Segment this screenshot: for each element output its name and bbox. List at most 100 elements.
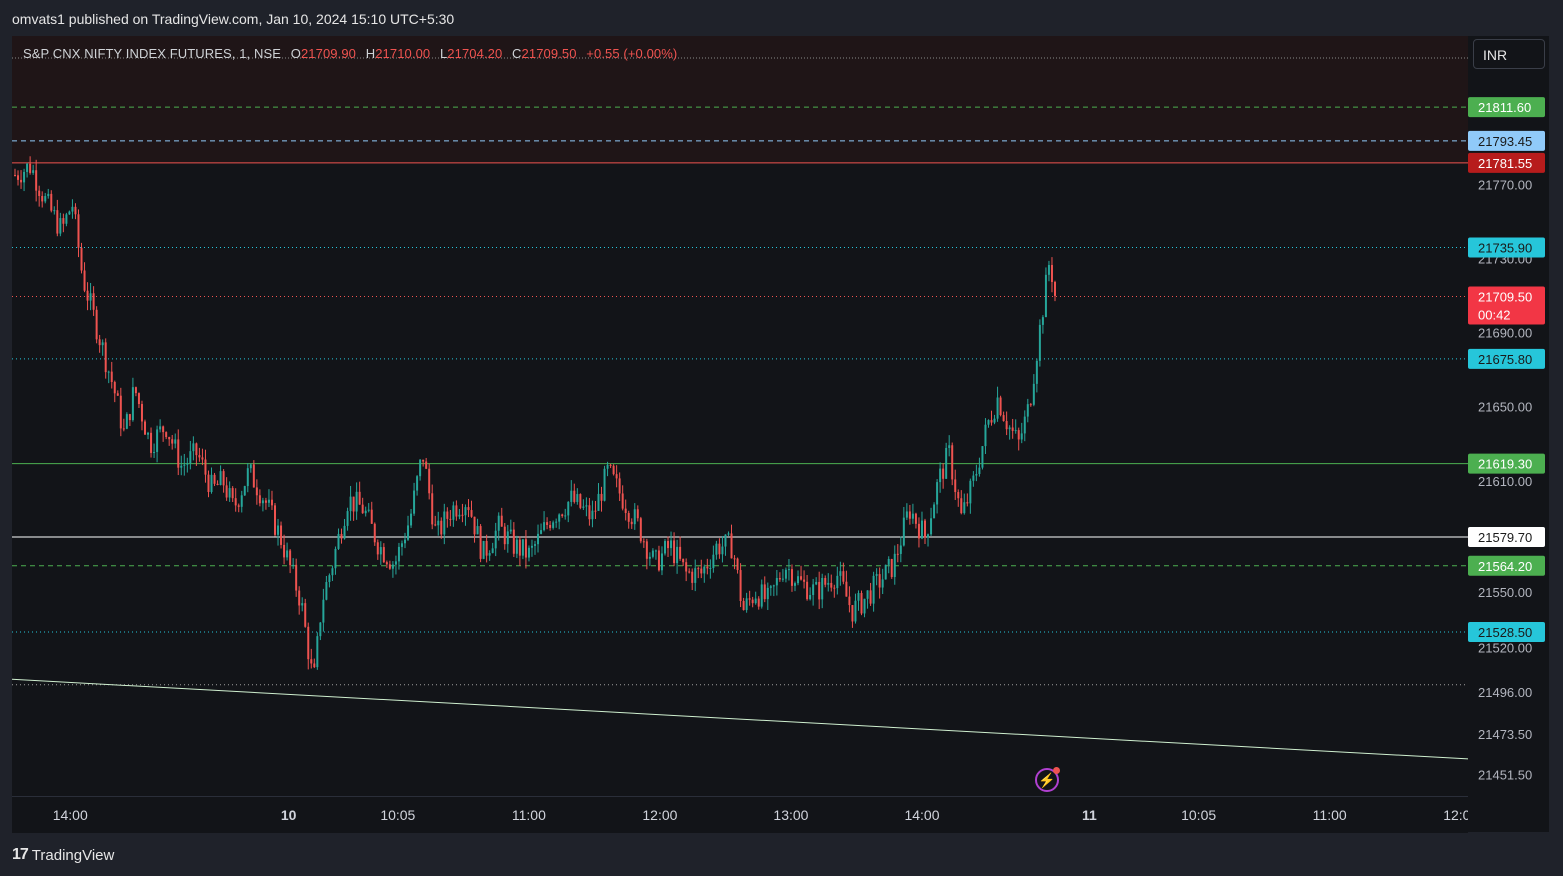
candle-body — [824, 577, 827, 585]
x-tick-label: 14:00 — [53, 807, 88, 823]
candle-body — [639, 518, 642, 542]
candle-body — [567, 501, 570, 516]
candle-body — [313, 663, 316, 668]
candle-body — [35, 170, 38, 191]
candle-body — [267, 499, 270, 503]
candle-body — [249, 464, 252, 469]
candle-body — [936, 482, 939, 505]
candle-body — [358, 491, 361, 505]
candle-body — [346, 511, 349, 526]
candle-body — [769, 586, 772, 588]
time-axis[interactable]: 14:00 10 10:05 11:00 12:00 13:00 14:00 11 10:05 1… — [12, 796, 1479, 833]
candle-body — [688, 571, 691, 573]
candle-body — [452, 505, 455, 520]
candle-body — [219, 471, 222, 486]
x-tick-label: 12:00 — [1443, 807, 1468, 823]
chart-pane[interactable] — [12, 36, 1468, 796]
price-axis[interactable]: 21770.00 21730.00 21690.00 21650.00 21610.00… — [1468, 36, 1549, 796]
candle-body — [137, 393, 140, 405]
y-tick-label: 21496.00 — [1478, 685, 1532, 700]
x-tick-label: 13:00 — [773, 807, 808, 823]
candle-body — [564, 515, 567, 517]
candle-body — [355, 491, 358, 512]
candle-body — [77, 214, 80, 248]
candle-body — [576, 494, 579, 502]
currency-button[interactable]: INR — [1473, 39, 1545, 69]
candle-body — [68, 211, 71, 215]
price-chart[interactable] — [12, 36, 1468, 796]
candle-body — [38, 190, 41, 197]
candle-body — [41, 196, 44, 202]
candle-body — [963, 502, 966, 514]
candle-body — [893, 553, 896, 577]
candle-body — [107, 371, 110, 373]
candle-body — [174, 439, 177, 444]
y-tick-label: 21550.00 — [1478, 585, 1532, 600]
candle-body — [416, 476, 419, 491]
candle-body — [712, 554, 715, 569]
candle-body — [385, 562, 388, 565]
candle-body — [388, 564, 391, 569]
candle-body — [636, 509, 639, 519]
candle-body — [252, 464, 255, 488]
candle-body — [727, 533, 730, 535]
time-axis-labels: 14:00 10 10:05 11:00 12:00 13:00 14:00 11 10:05 1… — [53, 807, 1479, 823]
candle-body — [827, 582, 830, 585]
candle-body — [582, 506, 585, 508]
candle-body — [367, 509, 370, 511]
candle-body — [869, 590, 872, 604]
candle-body — [766, 587, 769, 600]
chart-legend[interactable]: S&P CNX NIFTY INDEX FUTURES, 1, NSE O217… — [23, 46, 677, 61]
candle-body — [709, 568, 712, 570]
candle-body — [603, 468, 606, 501]
candle-body — [364, 510, 367, 514]
candle-body — [537, 533, 540, 545]
price-label: 21793.45 — [1478, 134, 1532, 149]
candle-body — [927, 534, 930, 538]
candle-body — [32, 170, 35, 173]
price-label: 21735.90 — [1478, 241, 1532, 256]
candle-body — [609, 464, 612, 466]
candle-body — [159, 426, 162, 430]
candle-body — [240, 495, 243, 507]
candle-body — [543, 522, 546, 531]
tradingview-brand[interactable]: 17 TradingView — [12, 846, 114, 864]
candle-body — [59, 218, 62, 234]
x-tick-label: 10 — [281, 807, 297, 823]
candle-body — [863, 598, 866, 614]
candle-body — [800, 576, 803, 580]
candle-body — [473, 516, 476, 535]
candle-body — [706, 566, 709, 569]
candle-body — [854, 600, 857, 622]
candle-body — [924, 520, 926, 538]
candle-body — [26, 163, 29, 172]
candle-body — [458, 514, 461, 517]
candle-body — [534, 544, 536, 546]
candle-body — [116, 393, 119, 396]
candle-body — [331, 568, 334, 576]
candle-body — [594, 510, 597, 512]
candle-body — [261, 500, 264, 504]
candle-body — [479, 526, 482, 559]
legend-close-label: C — [512, 46, 522, 61]
candle-body — [555, 521, 558, 523]
candle-body — [981, 446, 984, 468]
candle-body — [957, 492, 960, 499]
candle-body — [1017, 430, 1020, 440]
legend-high-value: 21710.00 — [375, 46, 431, 61]
candle-body — [597, 493, 600, 511]
x-tick-label: 10:05 — [1181, 807, 1216, 823]
candle-body — [128, 414, 131, 421]
candle-body — [721, 546, 724, 555]
candle-body — [818, 581, 821, 600]
candle-body — [842, 571, 845, 582]
candle-body — [618, 478, 621, 494]
candle-body — [911, 513, 914, 519]
candle-body — [733, 558, 736, 560]
candle-body — [467, 507, 470, 511]
candle-body — [74, 206, 77, 215]
lightning-icon[interactable]: ⚡ — [1035, 767, 1060, 792]
candle-body — [394, 561, 397, 565]
notification-dot-icon — [1053, 767, 1060, 774]
candle-body — [809, 594, 812, 600]
